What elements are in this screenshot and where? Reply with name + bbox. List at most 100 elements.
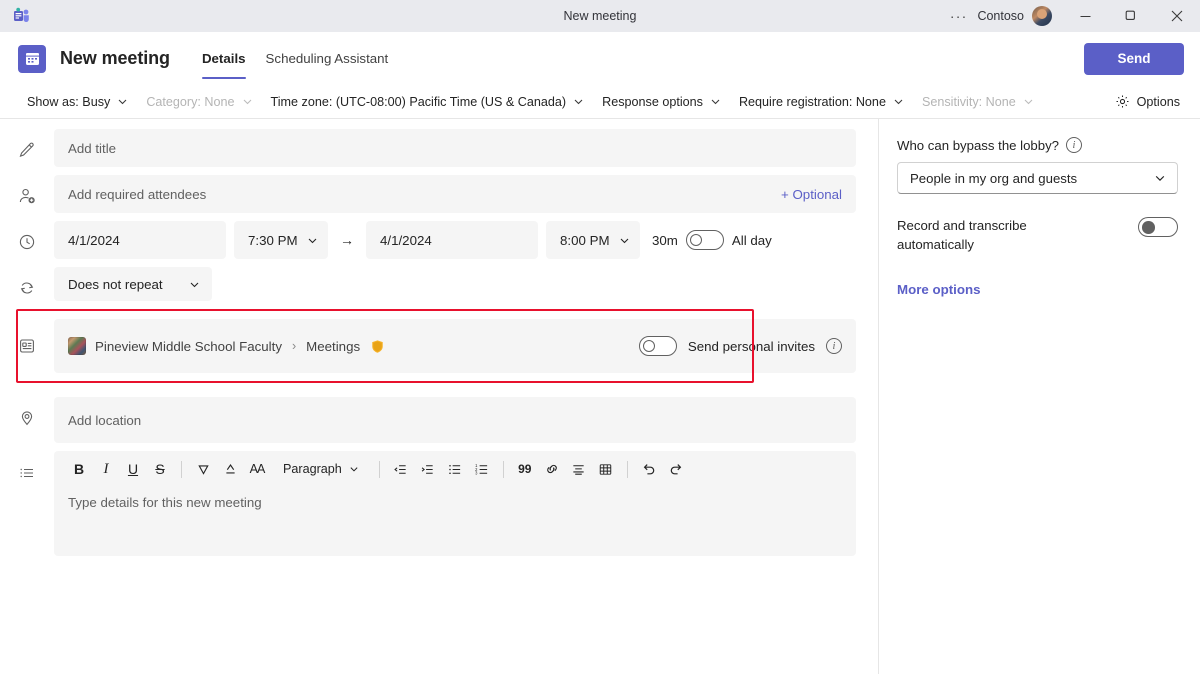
chevron-down-icon <box>573 96 584 107</box>
details-body-placeholder[interactable]: Type details for this new meeting <box>54 487 856 524</box>
underline-button[interactable]: U <box>120 456 146 482</box>
timezone-label: Time zone: (UTC-08:00) Pacific Time (US … <box>270 94 567 109</box>
title-input[interactable]: Add title <box>54 129 856 167</box>
numbered-list-icon[interactable]: 1 2 3 <box>469 456 495 482</box>
show-as-label: Show as: Busy <box>27 94 111 109</box>
start-time-dropdown[interactable]: 7:30 PM <box>234 221 328 259</box>
all-day-toggle[interactable] <box>685 230 724 250</box>
show-as-dropdown[interactable]: Show as: Busy <box>18 88 137 116</box>
close-button[interactable] <box>1154 0 1200 32</box>
chevron-down-icon <box>242 96 253 107</box>
page-title: New meeting <box>60 48 170 68</box>
italic-button[interactable]: I <box>93 456 119 482</box>
lobby-question-label: Who can bypass the lobby? <box>897 137 1060 153</box>
timezone-dropdown[interactable]: Time zone: (UTC-08:00) Pacific Time (US … <box>262 88 594 116</box>
editor-toolbar: B I U S AA Paragraph 1 2 3 99 <box>54 451 856 487</box>
response-options-dropdown[interactable]: Response options <box>593 88 730 116</box>
bold-button[interactable]: B <box>66 456 92 482</box>
date-range-arrow-icon: → <box>340 232 354 248</box>
paragraph-style-label: Paragraph <box>283 462 342 476</box>
end-date-input[interactable]: 4/1/2024 <box>366 221 538 259</box>
send-personal-invites-toggle[interactable] <box>638 336 677 356</box>
details-editor[interactable]: B I U S AA Paragraph 1 2 3 99 Type detai… <box>54 451 856 556</box>
tab-scheduling-assistant[interactable]: Scheduling Assistant <box>256 32 399 85</box>
channel-row-right: Send personal invites i <box>638 336 842 356</box>
strikethrough-button[interactable]: S <box>147 456 173 482</box>
toolbar-divider <box>626 460 628 478</box>
sensitivity-label: Sensitivity: None <box>921 94 1016 109</box>
toolbar-divider <box>181 460 182 478</box>
options-label: Options <box>1136 94 1180 109</box>
add-optional-attendees-link[interactable]: + Optional <box>781 187 842 202</box>
redo-icon[interactable] <box>663 456 689 482</box>
repeat-dropdown[interactable]: Does not repeat <box>54 267 212 301</box>
window-titlebar: New meeting ··· Contoso <box>0 0 1200 32</box>
meeting-command-bar: Show as: Busy Category: None Time zone: … <box>0 85 1200 119</box>
undo-icon[interactable] <box>636 456 662 482</box>
record-transcribe-row: Record and transcribe automatically <box>897 216 1178 254</box>
sensitivity-dropdown[interactable]: Sensitivity: None <box>913 88 1043 116</box>
gear-icon <box>1115 94 1130 109</box>
link-icon[interactable] <box>539 456 565 482</box>
chevron-down-icon <box>619 235 630 246</box>
meeting-options-panel: Who can bypass the lobby? i People in my… <box>879 119 1200 674</box>
chevron-down-icon <box>1154 172 1166 184</box>
chevron-down-icon <box>189 279 200 290</box>
decrease-indent-icon[interactable] <box>388 456 414 482</box>
info-icon[interactable]: i <box>826 338 842 354</box>
location-placeholder: Add location <box>68 412 142 428</box>
repeat-icon <box>0 267 54 297</box>
user-avatar[interactable] <box>1032 6 1052 26</box>
title-row: Add title <box>0 129 878 167</box>
header-tabs: Details Scheduling Assistant <box>192 32 398 85</box>
font-color-icon[interactable] <box>217 456 243 482</box>
location-pin-icon <box>0 397 54 427</box>
maximize-button[interactable] <box>1108 0 1154 32</box>
response-options-label: Response options <box>602 94 703 109</box>
minimize-button[interactable] <box>1062 0 1108 32</box>
table-icon[interactable] <box>593 456 619 482</box>
tab-details[interactable]: Details <box>192 32 256 85</box>
chevron-down-icon <box>1023 96 1034 107</box>
start-time-value: 7:30 PM <box>248 232 298 248</box>
send-button[interactable]: Send <box>1084 42 1184 75</box>
calendar-icon <box>18 44 46 73</box>
paragraph-style-dropdown[interactable]: Paragraph <box>275 456 367 482</box>
all-day-label: All day <box>731 232 772 248</box>
chevron-down-icon <box>307 235 318 246</box>
teams-new-meeting-window: New meeting ··· Contoso New meeting Deta… <box>0 0 1200 675</box>
clock-icon <box>0 221 54 251</box>
more-options-link[interactable]: More options <box>897 282 1178 297</box>
attendees-input[interactable]: Add required attendees + Optional <box>54 175 856 213</box>
location-input[interactable]: Add location <box>54 397 856 443</box>
channel-breadcrumb: Pineview Middle School Faculty › Meeting… <box>95 339 385 354</box>
meeting-header: New meeting Details Scheduling Assistant… <box>0 32 1200 85</box>
options-button[interactable]: Options <box>1109 88 1186 116</box>
font-size-button[interactable]: AA <box>244 456 270 482</box>
start-date-input[interactable]: 4/1/2024 <box>54 221 226 259</box>
meeting-form: Add title Add required attendees + Optio… <box>0 119 879 674</box>
info-icon[interactable]: i <box>1066 137 1083 153</box>
svg-text:3: 3 <box>475 470 478 475</box>
chevron-down-icon <box>893 96 904 107</box>
pencil-icon <box>0 129 54 159</box>
details-editor-row: B I U S AA Paragraph 1 2 3 99 Type detai… <box>0 451 878 556</box>
send-personal-invites-label: Send personal invites <box>687 338 815 354</box>
lobby-bypass-dropdown[interactable]: People in my org and guests <box>897 162 1178 194</box>
category-dropdown[interactable]: Category: None <box>137 88 261 116</box>
record-transcribe-label: Record and transcribe automatically <box>897 218 1027 252</box>
increase-indent-icon[interactable] <box>415 456 441 482</box>
category-label: Category: None <box>146 94 235 109</box>
channel-name: Meetings <box>306 338 361 354</box>
end-time-dropdown[interactable]: 8:00 PM <box>546 221 640 259</box>
repeat-value: Does not repeat <box>68 276 163 292</box>
channel-selector[interactable]: Pineview Middle School Faculty › Meeting… <box>54 319 856 373</box>
require-registration-dropdown[interactable]: Require registration: None <box>730 88 913 116</box>
bulleted-list-icon[interactable] <box>442 456 468 482</box>
align-icon[interactable] <box>566 456 592 482</box>
end-time-value: 8:00 PM <box>560 232 610 248</box>
highlight-icon[interactable] <box>190 456 216 482</box>
record-transcribe-toggle[interactable] <box>1138 217 1178 237</box>
titlebar-overflow-button[interactable]: ··· <box>940 0 978 32</box>
quote-button[interactable]: 99 <box>512 456 538 482</box>
